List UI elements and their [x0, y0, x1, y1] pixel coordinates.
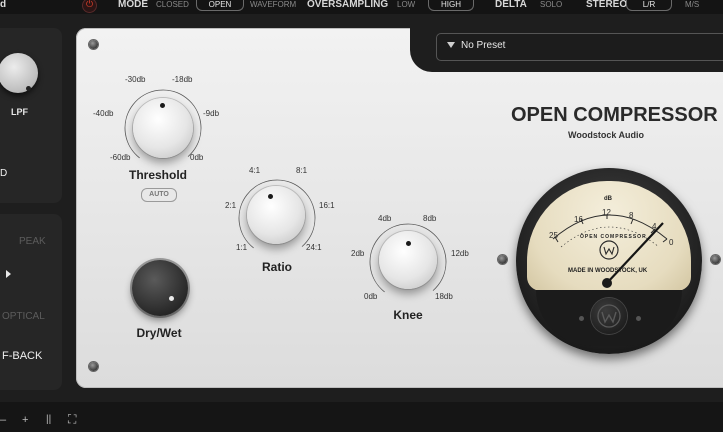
dropdown-arrow-icon	[447, 42, 455, 48]
product-title: OPEN COMPRESSOR	[511, 104, 718, 126]
ratio-knob[interactable]	[247, 186, 305, 244]
stereo-ms[interactable]: M/S	[685, 0, 699, 9]
screw-icon	[89, 362, 98, 371]
delta-solo[interactable]: SOLO	[540, 0, 562, 9]
oversampling-low[interactable]: LOW	[397, 0, 415, 9]
stereo-label: STEREO	[586, 0, 628, 10]
optical-option[interactable]: OPTICAL	[2, 311, 45, 322]
delta-label: DELTA	[495, 0, 527, 10]
brand-subtitle: Woodstock Audio	[568, 130, 644, 140]
lpf-knob-indicator	[26, 86, 31, 91]
threshold-knob-indicator	[160, 103, 165, 108]
drywet-knob-indicator	[169, 296, 174, 301]
bottom-toolbar	[0, 402, 723, 432]
knee-scale-label: 4db	[378, 214, 392, 223]
zoom-in-button[interactable]: +	[22, 414, 28, 426]
toolbar-fragment: d	[0, 0, 7, 10]
knee-scale-label: 8db	[423, 214, 437, 223]
threshold-title: Threshold	[128, 168, 187, 182]
knee-scale-label: 2db	[351, 249, 365, 258]
ratio-scale-label: 4:1	[249, 166, 261, 175]
knee-scale-label: 12db	[451, 249, 469, 258]
knee-scale-label: 18db	[435, 292, 453, 301]
ratio-title: Ratio	[262, 260, 292, 274]
mode-label: MODE	[118, 0, 148, 10]
lpf-label: LPF	[11, 107, 28, 117]
threshold-scale-label: -60db	[110, 153, 131, 162]
threshold-scale-label: -18db	[172, 75, 193, 84]
ratio-scale-label: 24:1	[306, 243, 322, 252]
panel-fragment: D	[0, 168, 8, 179]
stereo-lr[interactable]: L/R	[626, 0, 672, 11]
knee-knob-indicator	[406, 241, 411, 246]
peak-option[interactable]: PEAK	[19, 236, 46, 247]
oversampling-label: OVERSAMPLING	[307, 0, 389, 10]
screw-icon	[636, 316, 641, 321]
auto-threshold-button[interactable]: AUTO	[141, 188, 177, 202]
drywet-knob[interactable]	[132, 260, 188, 316]
screw-icon	[498, 255, 507, 264]
ratio-scale-label: 8:1	[296, 166, 308, 175]
preset-selector[interactable]: No Preset	[436, 33, 723, 61]
knee-title: Knee	[393, 308, 423, 322]
ratio-scale-label: 2:1	[225, 201, 237, 210]
threshold-scale-label: -9db	[203, 109, 220, 118]
threshold-scale-label: 0db	[190, 153, 204, 162]
logo-mark-icon	[597, 304, 621, 328]
ratio-scale-label: 16:1	[319, 201, 335, 210]
fullscreen-icon[interactable]: ⛶	[68, 412, 76, 427]
mode-waveform[interactable]: WAVEFORM	[250, 0, 296, 9]
knee-scale-label: 0db	[364, 292, 378, 301]
threshold-scale-label: -30db	[125, 75, 146, 84]
threshold-scale-label: -40db	[93, 109, 114, 118]
power-icon: ⏻	[86, 0, 94, 9]
feedback-option[interactable]: F-BACK	[2, 350, 42, 362]
screw-icon	[89, 40, 98, 49]
oversampling-high[interactable]: HIGH	[428, 0, 474, 11]
mode-open[interactable]: OPEN	[196, 0, 244, 11]
play-arrow-icon[interactable]	[6, 270, 11, 278]
screw-icon	[579, 316, 584, 321]
screw-icon	[711, 255, 720, 264]
preset-name: No Preset	[461, 40, 506, 51]
ratio-scale-label: 1:1	[236, 243, 248, 252]
mode-closed[interactable]: CLOSED	[156, 0, 189, 9]
drywet-title: Dry/Wet	[136, 326, 182, 340]
knee-knob[interactable]	[379, 231, 437, 289]
zoom-out-button[interactable]: –	[0, 414, 6, 426]
compare-button[interactable]: ||	[46, 414, 51, 425]
ratio-knob-indicator	[268, 194, 273, 199]
